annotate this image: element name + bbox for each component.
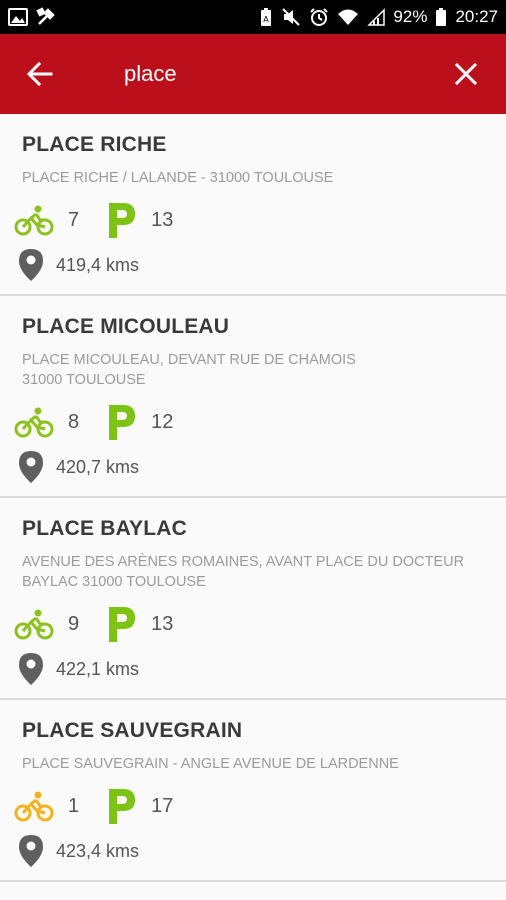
battery-percent: 92% (393, 7, 428, 26)
distance: 423,4 kms (56, 840, 140, 861)
station-stats: 7 13 (14, 198, 484, 242)
distance: 420,7 kms (56, 456, 140, 477)
station-stats: 1 17 (14, 784, 484, 828)
bike-icon (14, 205, 54, 236)
station-stats: 9 13 (14, 602, 484, 646)
station-item[interactable]: PLACE SAUVEGRAIN PLACE SAUVEGRAIN - ANGL… (0, 700, 506, 882)
distance-row: 420,7 kms (18, 444, 484, 490)
bikes-available: 8 (68, 410, 80, 433)
distance-row: 423,4 kms (18, 828, 484, 874)
bike-icon (14, 791, 54, 822)
stands-available: 12 (151, 410, 174, 433)
stands-available: 17 (151, 794, 174, 817)
stands-available: 13 (151, 208, 174, 231)
distance-row: 419,4 kms (18, 242, 484, 288)
search-input[interactable] (80, 50, 426, 98)
bikes-available: 9 (68, 612, 80, 635)
wifi-icon (338, 9, 359, 25)
back-button[interactable] (0, 34, 80, 114)
station-name: PLACE SAUVEGRAIN (22, 719, 243, 742)
distance: 422,1 kms (56, 658, 140, 679)
search-app-bar (0, 34, 506, 114)
status-right: A 92% 20:27 (259, 7, 498, 27)
signal-icon (367, 8, 386, 26)
station-address: PLACE RICHE / LALANDE - 31000 TOULOUSE (22, 170, 334, 186)
distance: 419,4 kms (56, 254, 140, 275)
station-address: AVENUE DES ARÈNES ROMAINES, AVANT PLACE … (22, 554, 465, 590)
station-item[interactable]: PLACE MICOULEAU PLACE MICOULEAU, DEVANT … (0, 296, 506, 498)
status-bar: A 92% 20:27 (0, 0, 506, 34)
station-address: PLACE SAUVEGRAIN - ANGLE AVENUE DE LARDE… (22, 756, 399, 772)
location-pin-icon (19, 249, 43, 281)
gallery-icon (8, 8, 28, 26)
station-name: PLACE MICOULEAU (22, 315, 230, 338)
station-name: PLACE RICHE (22, 133, 167, 156)
close-icon (455, 63, 477, 85)
status-left (8, 7, 56, 27)
parking-icon (109, 405, 136, 440)
station-address: PLACE MICOULEAU, DEVANT RUE DE CHAMOIS 3… (22, 352, 356, 388)
battery-saver-icon: A (261, 8, 272, 26)
distance-row: 422,1 kms (18, 646, 484, 692)
bike-icon (14, 609, 54, 640)
bikes-available: 7 (68, 208, 80, 231)
location-pin-icon (19, 835, 43, 867)
parking-icon (109, 607, 136, 642)
parking-icon (109, 203, 136, 238)
tools-icon (36, 7, 55, 25)
station-item[interactable]: PLACE BAYLAC AVENUE DES ARÈNES ROMAINES,… (0, 498, 506, 700)
parking-icon (109, 789, 136, 824)
station-name: PLACE BAYLAC (22, 517, 187, 540)
station-item[interactable]: PLACE RICHE PLACE RICHE / LALANDE - 3100… (0, 114, 506, 296)
alarm-icon (310, 8, 329, 26)
bike-icon (14, 407, 54, 438)
location-pin-icon (19, 451, 43, 483)
battery-icon (436, 8, 447, 26)
station-list: PLACE RICHE PLACE RICHE / LALANDE - 3100… (0, 114, 506, 882)
arrow-left-icon (27, 62, 53, 86)
svg-text:A: A (264, 15, 270, 24)
clock: 20:27 (455, 7, 498, 26)
mute-icon (282, 8, 301, 26)
stands-available: 13 (151, 612, 174, 635)
clear-search-button[interactable] (426, 34, 506, 114)
location-pin-icon (19, 653, 43, 685)
bikes-available: 1 (68, 794, 80, 817)
station-stats: 8 12 (14, 400, 484, 444)
